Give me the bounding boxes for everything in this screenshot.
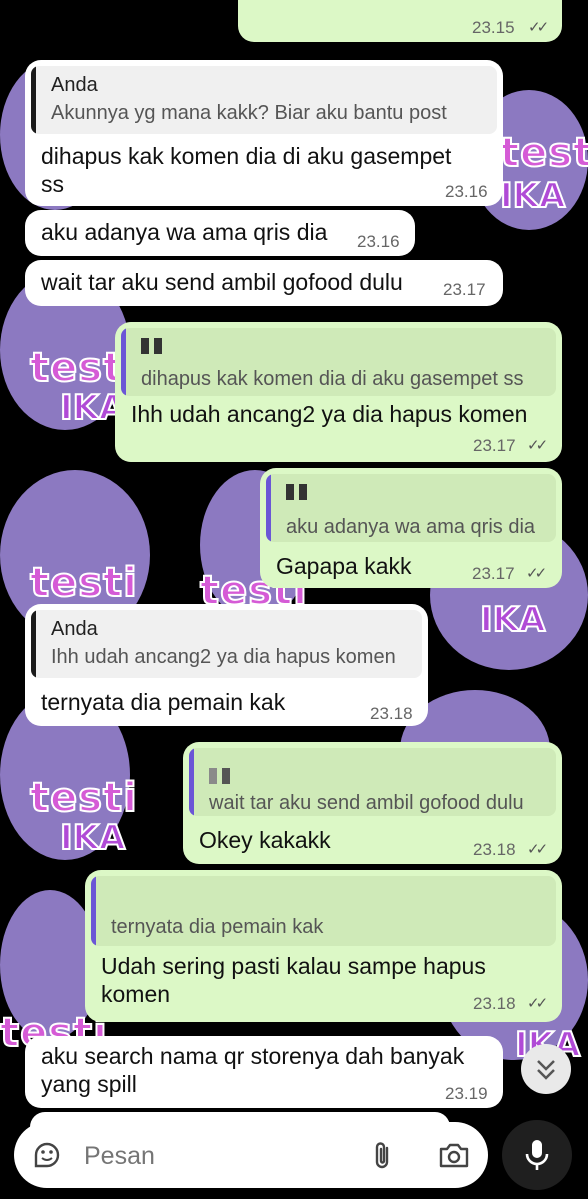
message-input[interactable] bbox=[82, 1136, 346, 1176]
message-bubble-outgoing[interactable]: ternyata dia pemain kak Udah sering past… bbox=[85, 870, 562, 1022]
scroll-to-bottom-button[interactable] bbox=[521, 1044, 571, 1094]
message-time: 23.17 bbox=[443, 280, 486, 299]
message-text: Okey kakakk bbox=[199, 827, 331, 853]
sticker-icon[interactable] bbox=[32, 1140, 62, 1170]
message-text: Gapapa kakk bbox=[276, 553, 412, 579]
wallpaper-text: testi bbox=[29, 559, 138, 607]
read-ticks-icon: ✓✓ bbox=[527, 841, 548, 858]
message-time: 23.16 bbox=[445, 182, 488, 201]
message-time: 23.18 bbox=[473, 840, 516, 859]
message-text: aku adanya wa ama qris dia bbox=[41, 219, 328, 245]
message-time: 23.15 bbox=[472, 18, 515, 37]
message-text: yang spill bbox=[41, 1071, 137, 1097]
message-text: aku search nama qr storenya dah banyak bbox=[41, 1043, 465, 1069]
quote-text: wait tar aku send ambil gofood dulu bbox=[209, 792, 524, 814]
microphone-icon bbox=[525, 1140, 549, 1170]
message-text: ss bbox=[41, 171, 64, 197]
message-text: Udah sering pasti kalau sampe hapus bbox=[101, 953, 486, 979]
message-bubble-incoming[interactable]: Anda Ihh udah ancang2 ya dia hapus komen… bbox=[25, 604, 428, 726]
read-ticks-icon: ✓✓ bbox=[527, 437, 548, 454]
message-input-bar bbox=[14, 1122, 488, 1188]
message-bubble-outgoing[interactable]: aku adanya wa ama qris dia Gapapa kakk 2… bbox=[260, 468, 562, 588]
quote-bar bbox=[31, 610, 36, 678]
quoted-reply[interactable]: aku adanya wa ama qris dia bbox=[266, 474, 556, 542]
quoted-reply[interactable]: Anda Ihh udah ancang2 ya dia hapus komen bbox=[31, 610, 422, 678]
quote-bar bbox=[91, 876, 96, 946]
paperclip-icon[interactable] bbox=[368, 1140, 398, 1172]
message-text: wait tar aku send ambil gofood dulu bbox=[41, 269, 403, 295]
message-bubble-incoming[interactable]: wait tar aku send ambil gofood dulu 23.1… bbox=[25, 260, 503, 306]
message-bubble-incoming[interactable]: aku adanya wa ama qris dia 23.16 bbox=[25, 210, 415, 256]
camera-icon[interactable] bbox=[438, 1140, 470, 1170]
message-time: 23.18 bbox=[370, 704, 413, 723]
quote-sender: Anda bbox=[51, 618, 98, 640]
blurred-name bbox=[286, 484, 312, 500]
quoted-reply[interactable]: wait tar aku send ambil gofood dulu bbox=[189, 748, 556, 816]
message-time: 23.17 bbox=[473, 436, 516, 455]
read-ticks-icon: ✓✓ bbox=[528, 19, 549, 36]
message-time: 23.18 bbox=[473, 994, 516, 1013]
read-ticks-icon: ✓✓ bbox=[527, 995, 548, 1012]
message-bubble-incoming[interactable]: aku search nama qr storenya dah banyak y… bbox=[25, 1036, 503, 1108]
blurred-name bbox=[209, 768, 235, 784]
message-text: dihapus kak komen dia di aku gasempet bbox=[41, 143, 452, 169]
message-bubble-incoming[interactable]: Anda Akunnya yg mana kakk? Biar aku bant… bbox=[25, 60, 503, 206]
quoted-reply[interactable]: dihapus kak komen dia di aku gasempet ss bbox=[121, 328, 556, 396]
voice-message-button[interactable] bbox=[502, 1120, 572, 1190]
wallpaper-text: IKA bbox=[59, 817, 126, 859]
read-ticks-icon: ✓✓ bbox=[526, 565, 547, 582]
quoted-reply[interactable]: ternyata dia pemain kak bbox=[91, 876, 556, 946]
quote-text: ternyata dia pemain kak bbox=[111, 916, 324, 938]
quote-sender: Anda bbox=[51, 74, 98, 96]
wallpaper-text: IKA bbox=[499, 175, 566, 217]
message-text: Ihh udah ancang2 ya dia hapus komen bbox=[131, 401, 528, 427]
blurred-name bbox=[141, 338, 167, 354]
quote-text: dihapus kak komen dia di aku gasempet ss bbox=[141, 368, 524, 390]
quote-bar bbox=[189, 748, 194, 816]
message-text: komen bbox=[101, 981, 171, 1007]
quote-text: aku adanya wa ama qris dia bbox=[286, 516, 536, 538]
wallpaper-text: IKA bbox=[479, 599, 546, 641]
message-bubble-outgoing[interactable]: dihapus kak komen dia di aku gasempet ss… bbox=[115, 322, 562, 462]
message-bubble-outgoing[interactable]: wait tar aku send ambil gofood dulu Okey… bbox=[183, 742, 562, 864]
message-time: 23.17 bbox=[472, 564, 515, 583]
quote-text: Akunnya yg mana kakk? Biar aku bantu pos… bbox=[51, 102, 447, 124]
message-time: 23.16 bbox=[357, 232, 400, 251]
wallpaper-text: testi bbox=[29, 774, 138, 822]
message-bubble-outgoing[interactable]: 23.15 ✓✓ bbox=[238, 0, 562, 42]
quoted-reply[interactable]: Anda Akunnya yg mana kakk? Biar aku bant… bbox=[31, 66, 497, 134]
message-time: 23.19 bbox=[445, 1084, 488, 1103]
quote-bar bbox=[31, 66, 36, 134]
quote-bar bbox=[121, 328, 126, 396]
message-text: ternyata dia pemain kak bbox=[41, 689, 286, 715]
quote-text: Ihh udah ancang2 ya dia hapus komen bbox=[51, 646, 396, 668]
chevrons-down-icon bbox=[537, 1060, 555, 1080]
quote-bar bbox=[266, 474, 271, 542]
wallpaper-text: testi bbox=[499, 129, 588, 177]
